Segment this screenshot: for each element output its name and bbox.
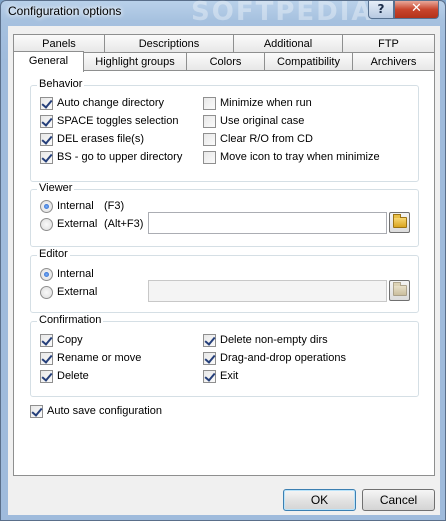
ok-button[interactable]: OK — [283, 489, 356, 511]
checkbox-label: Rename or move — [57, 352, 142, 364]
title-bar[interactable]: Configuration options SOFTPEDIA ? ✕ — [1, 0, 445, 27]
use-original-case-checkbox[interactable]: Use original case — [203, 114, 403, 128]
checkbox-label: Move icon to tray when minimize — [220, 151, 380, 163]
checkbox-label: Clear R/O from CD — [220, 133, 313, 145]
cancel-button[interactable]: Cancel — [362, 489, 435, 511]
checkbox-box[interactable] — [40, 115, 53, 128]
radio-label: External — [57, 286, 98, 298]
tab-highlight-groups[interactable]: Highlight groups — [83, 52, 187, 71]
confirm-rename-or-move-checkbox[interactable]: Rename or move — [40, 351, 180, 365]
checkbox-box[interactable] — [40, 352, 53, 365]
auto-change-directory-checkbox[interactable]: Auto change directory — [40, 96, 200, 110]
checkbox-label: Drag-and-drop operations — [220, 352, 346, 364]
move-icon-to-tray-checkbox[interactable]: Move icon to tray when minimize — [203, 150, 413, 164]
tab-additional[interactable]: Additional — [233, 34, 343, 53]
general-tab-panel: Behavior Auto change directory SPACE tog… — [13, 70, 435, 476]
confirm-copy-checkbox[interactable]: Copy — [40, 333, 180, 347]
checkbox-box[interactable] — [203, 133, 216, 146]
checkbox-label: DEL erases file(s) — [57, 133, 145, 145]
checkbox-box[interactable] — [203, 151, 216, 164]
confirmation-group-label: Confirmation — [37, 314, 104, 326]
radio-label: Internal — [57, 200, 94, 212]
tab-archivers[interactable]: Archivers — [352, 52, 435, 71]
tab-ftp[interactable]: FTP — [342, 34, 435, 53]
viewer-internal-shortcut: (F3) — [104, 200, 125, 212]
behavior-group-label: Behavior — [37, 78, 85, 90]
confirm-delete-non-empty-dirs-checkbox[interactable]: Delete non-empty dirs — [203, 333, 403, 347]
open-folder-icon — [393, 214, 407, 228]
checkbox-box[interactable] — [40, 370, 53, 383]
confirm-delete-checkbox[interactable]: Delete — [40, 369, 180, 383]
checkbox-label: Copy — [57, 334, 83, 346]
viewer-group: Viewer Internal (F3) External (Alt+F3) — [30, 182, 419, 247]
window-title: Configuration options — [8, 4, 122, 18]
behavior-group: Behavior Auto change directory SPACE tog… — [30, 78, 419, 182]
radio-label: External — [57, 218, 98, 230]
checkbox-box[interactable] — [40, 133, 53, 146]
minimize-when-run-checkbox[interactable]: Minimize when run — [203, 96, 403, 110]
checkbox-box[interactable] — [30, 405, 43, 418]
open-folder-icon — [393, 282, 407, 296]
editor-internal-radio[interactable]: Internal — [40, 267, 120, 281]
viewer-external-path-input[interactable] — [148, 212, 387, 234]
editor-group: Editor Internal External — [30, 248, 419, 313]
checkbox-label: Minimize when run — [220, 97, 312, 109]
space-toggles-selection-checkbox[interactable]: SPACE toggles selection — [40, 114, 200, 128]
clear-ro-from-cd-checkbox[interactable]: Clear R/O from CD — [203, 132, 403, 146]
checkbox-box[interactable] — [203, 334, 216, 347]
del-erases-files-checkbox[interactable]: DEL erases file(s) — [40, 132, 200, 146]
checkbox-box[interactable] — [40, 151, 53, 164]
checkbox-box[interactable] — [203, 97, 216, 110]
checkbox-label: Delete non-empty dirs — [220, 334, 328, 346]
help-button[interactable]: ? — [368, 1, 394, 19]
tab-colors[interactable]: Colors — [186, 52, 265, 71]
confirm-drag-and-drop-checkbox[interactable]: Drag-and-drop operations — [203, 351, 403, 365]
checkbox-box[interactable] — [203, 115, 216, 128]
confirm-exit-checkbox[interactable]: Exit — [203, 369, 403, 383]
tab-descriptions[interactable]: Descriptions — [104, 34, 234, 53]
checkbox-box[interactable] — [203, 370, 216, 383]
checkbox-label: SPACE toggles selection — [57, 115, 179, 127]
radio-circle[interactable] — [40, 268, 53, 281]
tab-compatibility[interactable]: Compatibility — [264, 52, 353, 71]
viewer-external-shortcut: (Alt+F3) — [104, 218, 144, 230]
confirmation-group: Confirmation Copy Rename or move Delete … — [30, 314, 419, 397]
radio-label: Internal — [57, 268, 94, 280]
dialog-client-area: Panels Descriptions Additional FTP Gener… — [8, 26, 440, 515]
checkbox-label: Auto change directory — [57, 97, 165, 109]
radio-circle[interactable] — [40, 218, 53, 231]
radio-circle[interactable] — [40, 200, 53, 213]
configuration-window: Configuration options SOFTPEDIA ? ✕ Pane… — [0, 0, 446, 521]
editor-external-radio[interactable]: External — [40, 285, 120, 299]
checkbox-box[interactable] — [40, 97, 53, 110]
editor-external-path-input[interactable] — [148, 280, 387, 302]
checkbox-label: BS - go to upper directory — [57, 151, 183, 163]
checkbox-box[interactable] — [40, 334, 53, 347]
watermark-logo: SOFTPEDIA — [191, 0, 374, 27]
auto-save-configuration-checkbox[interactable]: Auto save configuration — [30, 404, 230, 418]
tab-general[interactable]: General — [13, 51, 84, 72]
radio-circle[interactable] — [40, 286, 53, 299]
editor-browse-button[interactable] — [389, 280, 410, 301]
viewer-group-label: Viewer — [37, 182, 75, 194]
checkbox-label: Delete — [57, 370, 89, 382]
checkbox-label: Exit — [220, 370, 239, 382]
checkbox-label: Auto save configuration — [47, 405, 162, 417]
checkbox-label: Use original case — [220, 115, 305, 127]
close-button[interactable]: ✕ — [394, 1, 439, 19]
editor-group-label: Editor — [37, 248, 70, 260]
checkbox-box[interactable] — [203, 352, 216, 365]
viewer-browse-button[interactable] — [389, 212, 410, 233]
bs-go-to-upper-directory-checkbox[interactable]: BS - go to upper directory — [40, 150, 200, 164]
